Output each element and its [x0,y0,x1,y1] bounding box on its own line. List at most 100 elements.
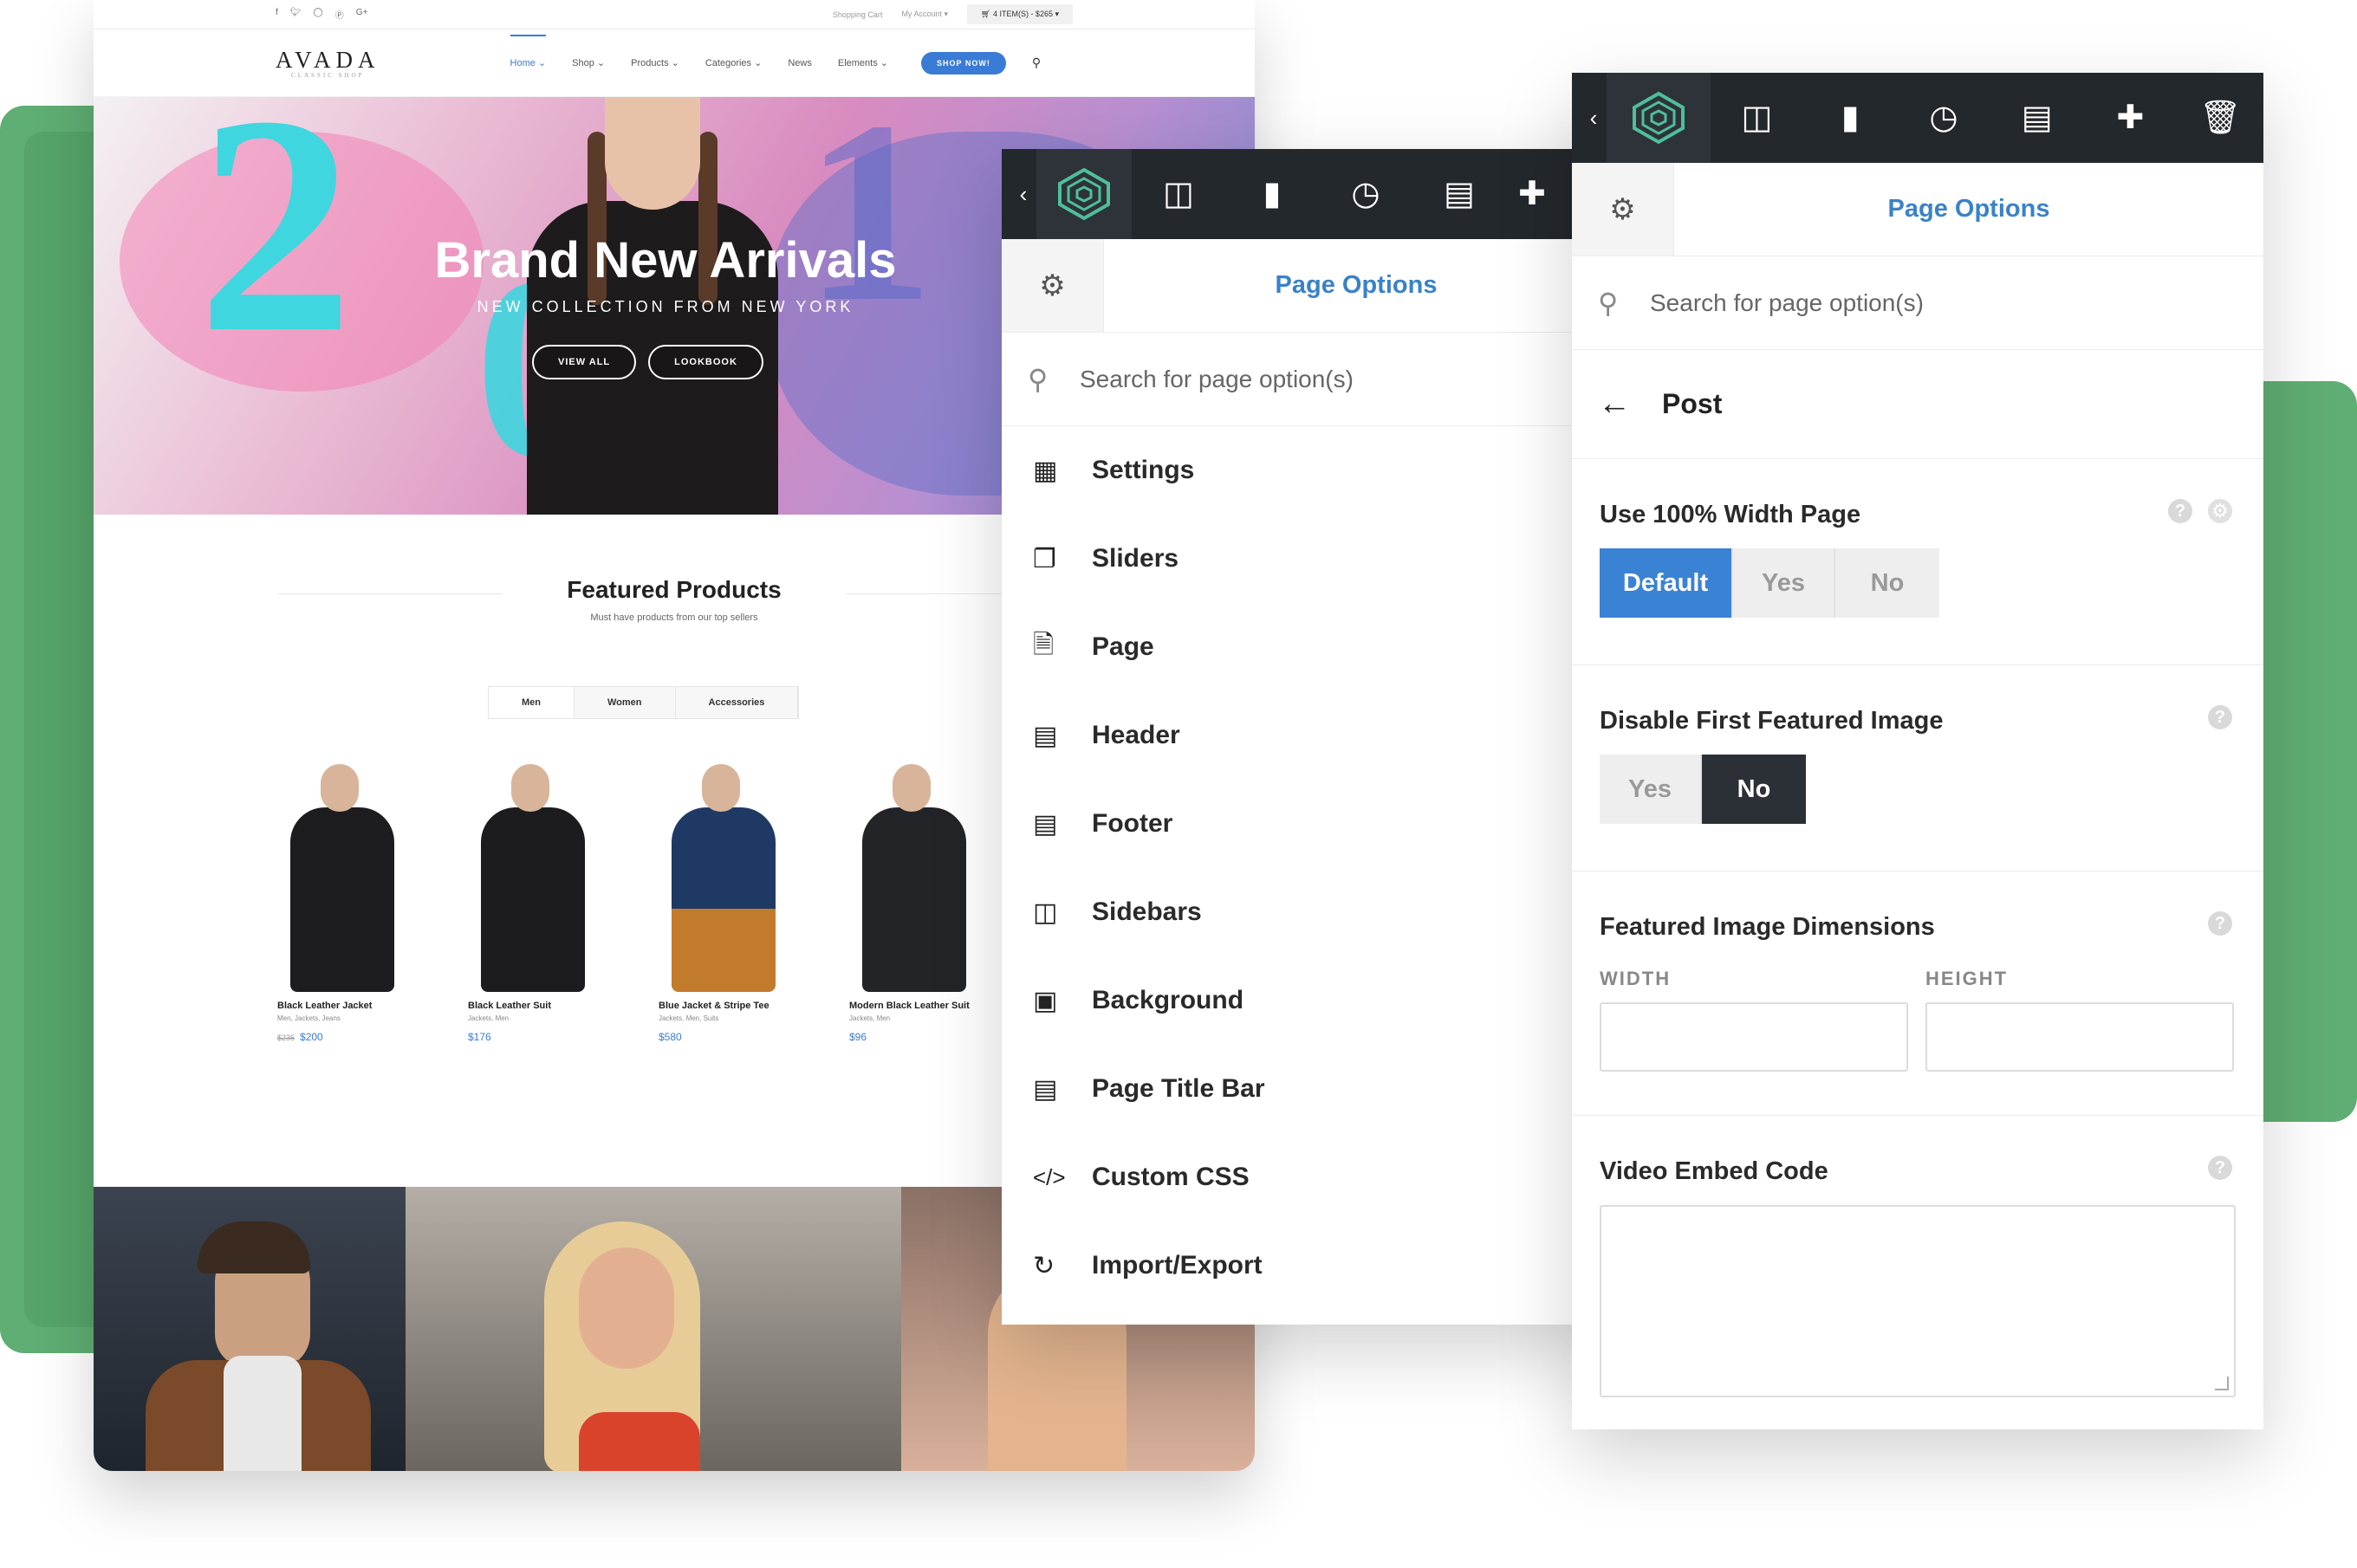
nav-shop[interactable]: Shop ⌄ [572,57,605,68]
product-categories: Men, Jackets, Jeans [277,1014,341,1022]
option-featured-image-dimensions: Featured Image Dimensions ? WIDTH HEIGHT [1572,871,2263,1116]
shop-now-button[interactable]: SHOP NOW! [921,51,1006,75]
product-card[interactable]: Blue Jacket & Stripe Tee Jackets, Men, S… [659,754,789,1043]
product-card[interactable]: Modern Black Leather Suit Jackets, Men $… [849,754,979,1043]
nav-news[interactable]: News [788,58,812,68]
width-input[interactable] [1600,1002,1908,1072]
nav-home[interactable]: Home ⌄ [510,35,547,68]
menu-item-import-export[interactable]: ↻ Import/Export [1002,1221,1608,1310]
tab-women[interactable]: Women [575,687,676,718]
settings-list-icon: ▦ [1033,456,1058,485]
options-toggle-icon[interactable]: ▤ [1990,73,2084,163]
menu-item-sidebars[interactable]: ◫ Sidebars [1002,868,1608,956]
option-no-button[interactable]: No [1702,755,1806,824]
option-no-button[interactable]: No [1835,548,1939,618]
site-logo[interactable]: AVADA CLASSIC SHOP [276,47,380,79]
nav-shop-label: Shop [572,58,594,68]
option-label: Use 100% Width Page [1600,501,1861,528]
search-input[interactable]: Search for page option(s) [1080,366,1354,393]
product-image [659,754,789,992]
options-menu: ▦ Settings ❐ Sliders 🗎︎ Page ▤ Header ▤ Foote… [1002,426,1608,1310]
library-icon[interactable]: ▮ [1225,149,1319,239]
footer-icon: ▤ [1033,809,1058,839]
height-input[interactable] [1925,1002,2234,1072]
view-all-button[interactable]: VIEW ALL [532,345,637,379]
library-icon[interactable]: ▮ [1803,73,1897,163]
product-price: $96 [849,1031,867,1043]
nav-categories[interactable]: Categories ⌄ [705,57,762,68]
full-width-button-group: Default Yes No [1600,548,2236,618]
menu-item-label: Sidebars [1092,897,1202,926]
pinterest-icon[interactable]: Ⓟ [335,8,344,21]
cart-link[interactable]: Shopping Cart [833,10,883,19]
option-default-button[interactable]: Default [1600,548,1733,618]
menu-item-label: Footer [1092,809,1173,838]
product-card[interactable]: Black Leather Jacket Men, Jackets, Jeans… [277,754,407,1043]
site-main-nav: AVADA CLASSIC SHOP Home ⌄ Shop ⌄ Product… [94,29,1255,97]
menu-item-header[interactable]: ▤ Header [1002,691,1608,780]
back-chevron-icon[interactable]: ‹ [1581,105,1607,132]
twitter-icon[interactable]: 🐦︎ [290,8,302,21]
nav-categories-label: Categories [705,58,752,68]
page-options-panel-post: ‹ ◫ ▮ ◷ ▤ ✚ 🗑︎ ⚙ Page Options ⚲ Search f… [1572,73,2263,1429]
add-icon[interactable]: ✚ [1506,149,1558,239]
sidebar-toggle-icon[interactable]: ◫ [1711,73,1804,163]
nav-elements-label: Elements [837,58,878,68]
sidebars-icon: ◫ [1033,897,1058,927]
search-icon: ⚲ [1028,363,1049,395]
search-input[interactable]: Search for page option(s) [1650,289,1924,317]
options-search[interactable]: ⚲ Search for page option(s) [1002,333,1608,426]
menu-item-custom-css[interactable]: </> Custom CSS [1002,1133,1608,1221]
logo-name: AVADA [276,47,380,73]
menu-item-label: Settings [1092,456,1195,484]
history-icon[interactable]: ◷ [1897,73,1990,163]
lookbook-button[interactable]: LOOKBOOK [648,345,763,379]
trash-icon[interactable]: 🗑︎ [2177,73,2263,163]
menu-item-background[interactable]: ▣ Background [1002,956,1608,1045]
back-arrow-icon[interactable]: ← [1598,386,1662,423]
back-chevron-icon[interactable]: ‹ [1010,181,1036,208]
menu-item-settings[interactable]: ▦ Settings [1002,426,1608,515]
builder-logo[interactable] [1036,149,1132,239]
option-yes-button[interactable]: Yes [1733,548,1835,618]
settings-gear-icon[interactable]: ⚙ [1002,239,1104,332]
product-categories: Jackets, Men [849,1014,891,1022]
option-full-width: Use 100% Width Page ? ⚙ Default Yes No [1572,459,2263,665]
history-icon[interactable]: ◷ [1319,149,1412,239]
product-card[interactable]: Black Leather Suit Jackets, Men $176 [468,754,598,1043]
instagram-icon[interactable]: ◯ [313,8,322,21]
google-plus-icon[interactable]: G+ [356,8,368,21]
search-icon: ⚲ [1598,287,1619,319]
nav-elements[interactable]: Elements ⌄ [838,57,888,68]
help-icon[interactable]: ? [2168,499,2192,523]
options-toggle-icon[interactable]: ▤ [1412,149,1506,239]
menu-item-sliders[interactable]: ❐ Sliders [1002,515,1608,603]
help-icon[interactable]: ? [2208,705,2232,729]
facebook-icon[interactable]: f [276,8,278,21]
gear-icon[interactable]: ⚙ [2208,499,2232,523]
tab-accessories[interactable]: Accessories [675,687,799,718]
menu-item-page-title-bar[interactable]: ▤ Page Title Bar [1002,1045,1608,1133]
menu-item-footer[interactable]: ▤ Footer [1002,780,1608,868]
tab-men[interactable]: Men [489,687,575,718]
option-yes-button[interactable]: Yes [1600,755,1702,824]
site-search-icon[interactable]: ⚲ [1032,55,1041,70]
builder-toolbar: ‹ ◫ ▮ ◷ ▤ ✚ [1002,149,1608,239]
product-old-price: $235 [277,1033,295,1042]
settings-gear-icon[interactable]: ⚙ [1572,163,1674,256]
section-back-row[interactable]: ← Post [1572,350,2263,459]
options-search[interactable]: ⚲ Search for page option(s) [1572,256,2263,350]
menu-item-page[interactable]: 🗎︎ Page [1002,603,1608,691]
video-embed-textarea[interactable] [1600,1205,2236,1397]
decorative-number: 1 [804,97,934,355]
help-icon[interactable]: ? [2208,911,2232,936]
builder-logo[interactable] [1606,73,1711,163]
page-options-panel-menu: ‹ ◫ ▮ ◷ ▤ ✚ ⚙ Page Options ⚲ Search for … [1002,149,1608,1325]
add-icon[interactable]: ✚ [2084,73,2178,163]
featured-image-button-group: Yes No [1600,755,2236,824]
nav-products[interactable]: Products ⌄ [631,57,679,68]
sidebar-toggle-icon[interactable]: ◫ [1132,149,1225,239]
account-link[interactable]: My Account ▾ [901,10,948,19]
cart-summary[interactable]: 🛒︎ 4 ITEM(S) - $265 ▾ [967,4,1073,24]
help-icon[interactable]: ? [2208,1156,2232,1180]
